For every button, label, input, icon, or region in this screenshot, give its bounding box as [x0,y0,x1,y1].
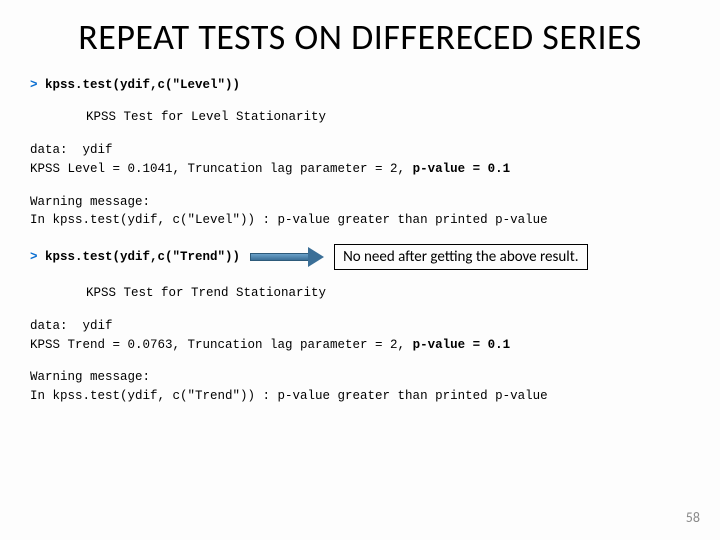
annotation-note: No need after getting the above result. [334,244,587,270]
p-value: p-value = 0.1 [413,162,511,176]
command-row-2: > kpss.test(ydif,c("Trend")) No need aft… [30,244,690,270]
test-output-2: data: ydif KPSS Trend = 0.0763, Truncati… [30,317,690,355]
command-text: kpss.test(ydif,c("Level")) [45,78,240,92]
test-output-1: data: ydif KPSS Level = 0.1041, Truncati… [30,141,690,179]
warning-text: In kpss.test(ydif, c("Trend")) : p-value… [30,389,548,403]
arrow-icon [250,247,324,267]
warning-1: Warning message: In kpss.test(ydif, c("L… [30,193,690,231]
warning-2: Warning message: In kpss.test(ydif, c("T… [30,368,690,406]
prompt-symbol: > [30,250,45,264]
data-line: data: ydif [30,143,113,157]
warning-label: Warning message: [30,195,150,209]
command-line-2: > kpss.test(ydif,c("Trend")) [30,248,240,267]
stat-line-prefix: KPSS Trend = 0.0763, Truncation lag para… [30,338,413,352]
test-header-1: KPSS Test for Level Stationarity [86,108,690,127]
data-line: data: ydif [30,319,113,333]
warning-label: Warning message: [30,370,150,384]
prompt-symbol: > [30,78,45,92]
warning-text: In kpss.test(ydif, c("Level")) : p-value… [30,213,548,227]
p-value: p-value = 0.1 [413,338,511,352]
stat-line-prefix: KPSS Level = 0.1041, Truncation lag para… [30,162,413,176]
test-header-2: KPSS Test for Trend Stationarity [86,284,690,303]
slide-title: REPEAT TESTS ON DIFFERECED SERIES [70,18,650,58]
command-text: kpss.test(ydif,c("Trend")) [45,250,240,264]
page-number: 58 [686,509,700,526]
command-line-1: > kpss.test(ydif,c("Level")) [30,76,690,95]
